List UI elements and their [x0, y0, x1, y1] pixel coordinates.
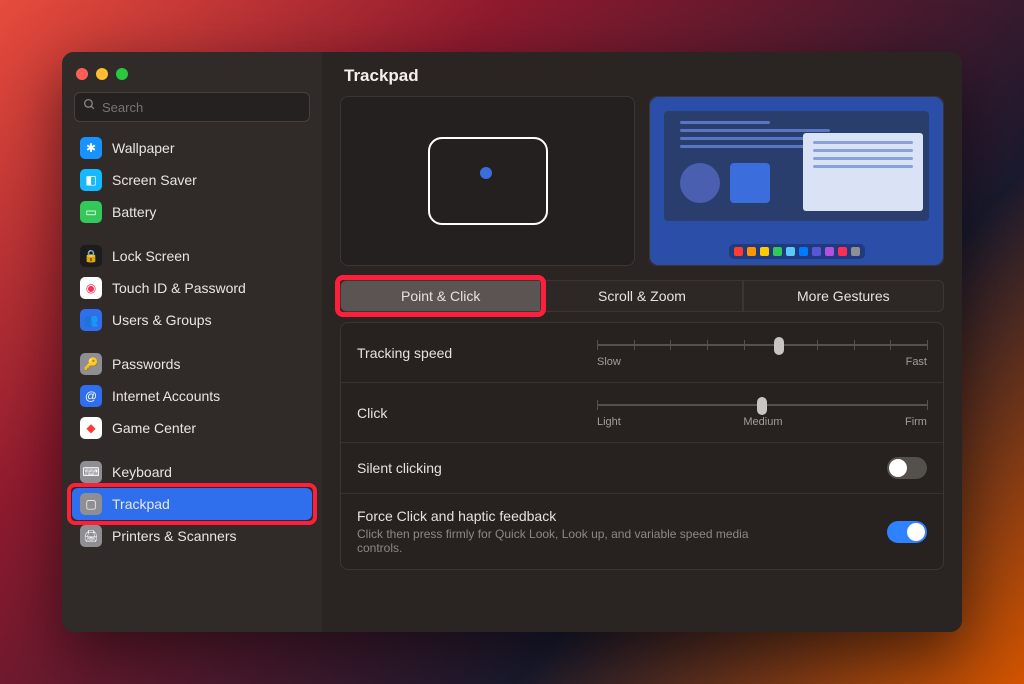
sidebar-icon: ⌨ [80, 461, 102, 483]
sidebar-icon: ▢ [80, 493, 102, 515]
sidebar-item-screen-saver[interactable]: ◧ Screen Saver [72, 164, 312, 196]
sidebar-icon: ◧ [80, 169, 102, 191]
tracking-speed-slider[interactable] [597, 337, 927, 353]
tab-point-click[interactable]: Point & Click [340, 280, 541, 312]
row-silent-clicking: Silent clicking [341, 443, 943, 494]
sidebar-item-label: Keyboard [112, 464, 172, 480]
trackpad-diagram-pane [340, 96, 635, 266]
click-max-label: Firm [905, 416, 927, 428]
tab-bar: Point & ClickScroll & ZoomMore Gestures [340, 280, 944, 312]
tracking-speed-label: Tracking speed [357, 345, 452, 361]
sidebar-item-keyboard[interactable]: ⌨ Keyboard [72, 456, 312, 488]
sidebar-icon: ▭ [80, 201, 102, 223]
search-field[interactable] [74, 92, 310, 122]
window-controls [62, 64, 322, 92]
desktop-preview [650, 97, 943, 265]
sidebar-item-label: Wallpaper [112, 140, 175, 156]
settings-window: ✱ Wallpaper ◧ Screen Saver ▭ Battery 🔒 Lock Scr… [62, 52, 962, 632]
dock-preview [729, 244, 865, 259]
click-min-label: Light [597, 416, 621, 428]
force-click-label: Force Click and haptic feedback [357, 508, 777, 524]
sidebar-icon: 🔑 [80, 353, 102, 375]
tab-more-gestures[interactable]: More Gestures [743, 280, 944, 312]
sidebar-item-label: Printers & Scanners [112, 528, 237, 544]
tab-scroll-zoom[interactable]: Scroll & Zoom [541, 280, 742, 312]
sidebar-item-label: Game Center [112, 420, 196, 436]
sidebar-item-lock-screen[interactable]: 🔒 Lock Screen [72, 240, 312, 272]
sidebar-icon: ◉ [80, 277, 102, 299]
close-icon[interactable] [76, 68, 88, 80]
gesture-preview-pane [649, 96, 944, 266]
click-slider[interactable] [597, 397, 927, 413]
settings-list: Tracking speed Slow Fast Click [340, 322, 944, 570]
sidebar-item-label: Internet Accounts [112, 388, 220, 404]
sidebar-list: ✱ Wallpaper ◧ Screen Saver ▭ Battery 🔒 Lock Scr… [62, 132, 322, 632]
row-force-click: Force Click and haptic feedback Click th… [341, 494, 943, 569]
sidebar-item-trackpad[interactable]: ▢ Trackpad [72, 488, 312, 520]
sidebar-item-printers-scanners[interactable]: 🖨 Printers & Scanners [72, 520, 312, 552]
sidebar-item-label: Touch ID & Password [112, 280, 246, 296]
sidebar-item-label: Battery [112, 204, 156, 220]
sidebar-item-label: Trackpad [112, 496, 170, 512]
search-icon [83, 98, 96, 116]
trackpad-icon [428, 137, 548, 225]
click-control: Light Medium Firm [597, 397, 927, 428]
sidebar-icon: @ [80, 385, 102, 407]
sidebar-item-label: Passwords [112, 356, 180, 372]
row-tracking-speed: Tracking speed Slow Fast [341, 323, 943, 383]
sidebar-item-label: Users & Groups [112, 312, 212, 328]
preview-row [340, 96, 944, 266]
click-label: Click [357, 405, 387, 421]
maximize-icon[interactable] [116, 68, 128, 80]
sidebar-icon: 🔒 [80, 245, 102, 267]
tracking-min-label: Slow [597, 356, 621, 368]
sidebar: ✱ Wallpaper ◧ Screen Saver ▭ Battery 🔒 Lock Scr… [62, 52, 322, 632]
sidebar-item-internet-accounts[interactable]: @ Internet Accounts [72, 380, 312, 412]
search-input[interactable] [102, 100, 301, 115]
page-title: Trackpad [340, 66, 944, 86]
sidebar-item-users-groups[interactable]: 👥 Users & Groups [72, 304, 312, 336]
sidebar-item-wallpaper[interactable]: ✱ Wallpaper [72, 132, 312, 164]
tracking-speed-control: Slow Fast [597, 337, 927, 368]
force-click-toggle[interactable] [887, 521, 927, 543]
sidebar-item-game-center[interactable]: ◆ Game Center [72, 412, 312, 444]
sidebar-item-battery[interactable]: ▭ Battery [72, 196, 312, 228]
sidebar-icon: ✱ [80, 137, 102, 159]
silent-clicking-toggle[interactable] [887, 457, 927, 479]
sidebar-item-touch-id-password[interactable]: ◉ Touch ID & Password [72, 272, 312, 304]
click-mid-label: Medium [743, 416, 782, 428]
minimize-icon[interactable] [96, 68, 108, 80]
sidebar-icon: 👥 [80, 309, 102, 331]
sidebar-icon: ◆ [80, 417, 102, 439]
force-click-sublabel: Click then press firmly for Quick Look, … [357, 527, 777, 555]
silent-clicking-label: Silent clicking [357, 460, 442, 476]
row-click: Click Light Medium Firm [341, 383, 943, 443]
tracking-max-label: Fast [906, 356, 927, 368]
sidebar-icon: 🖨 [80, 525, 102, 547]
sidebar-item-label: Lock Screen [112, 248, 190, 264]
sidebar-item-label: Screen Saver [112, 172, 197, 188]
search-container [62, 92, 322, 132]
sidebar-item-passwords[interactable]: 🔑 Passwords [72, 348, 312, 380]
main-pane: Trackpad [322, 52, 962, 632]
